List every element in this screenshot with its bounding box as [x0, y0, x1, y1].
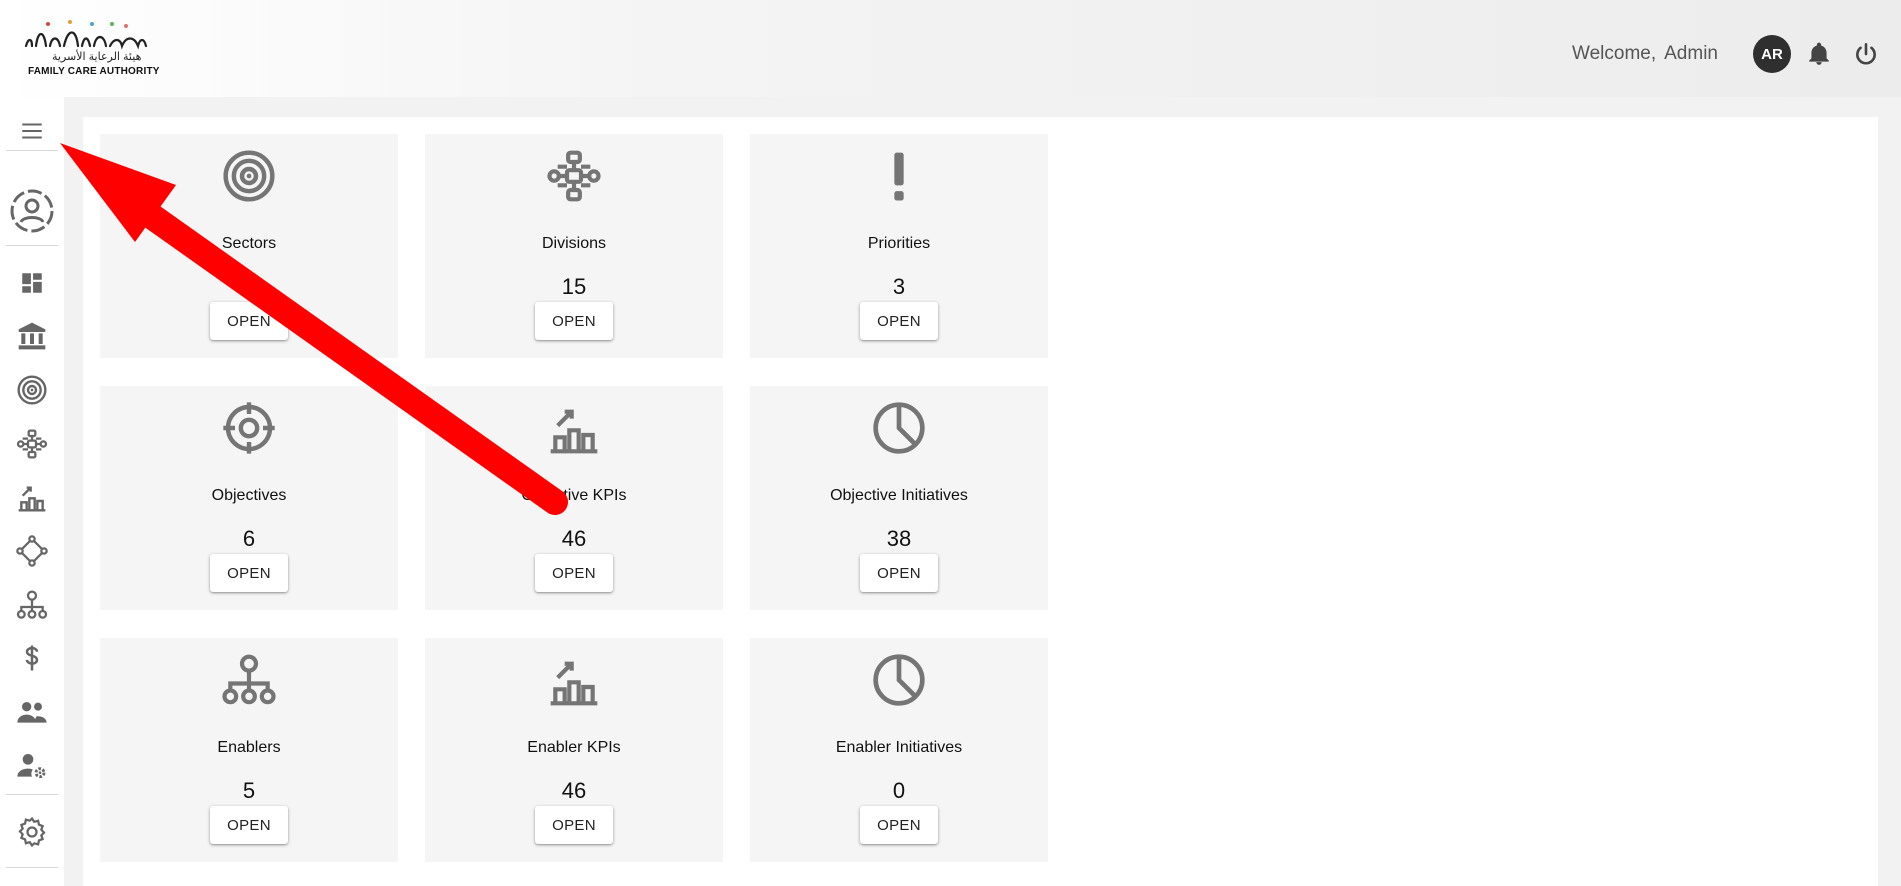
logo-english-text: FAMILY CARE AUTHORITY — [28, 66, 160, 77]
sidebar-divider — [6, 867, 58, 868]
card-count: 46 — [561, 778, 587, 803]
card-count: 46 — [561, 526, 587, 551]
bank-icon[interactable] — [13, 317, 51, 355]
card-divisions: Divisions 15 OPEN — [425, 134, 723, 358]
user-circle-icon[interactable] — [9, 188, 55, 234]
chart-up-icon — [550, 409, 598, 454]
welcome-label: Welcome, — [1572, 43, 1657, 64]
card-count: 38 — [886, 526, 912, 551]
card-priorities: Priorities 3 OPEN — [750, 134, 1048, 358]
card-title: Divisions — [541, 235, 606, 252]
card-count: 5 — [242, 274, 256, 299]
org-tree-icon — [222, 654, 276, 705]
card-objectives: Objectives 6 OPEN — [100, 386, 398, 610]
open-button[interactable]: OPEN — [210, 554, 288, 592]
hub-icon — [547, 150, 601, 202]
hub-icon[interactable] — [13, 425, 51, 463]
card-objective-initiatives: Objective Initiatives 38 OPEN — [750, 386, 1048, 610]
top-header: هيئة الرعاية الأسرية FAMILY CARE AUTHORI… — [0, 0, 1901, 97]
pie-icon — [873, 654, 925, 706]
dashboard-icon[interactable] — [13, 264, 51, 302]
card-count: 6 — [242, 526, 256, 551]
user-avatar[interactable]: AR — [1753, 35, 1791, 73]
open-button[interactable]: OPEN — [210, 302, 288, 340]
open-button[interactable]: OPEN — [535, 554, 613, 592]
open-button[interactable]: OPEN — [535, 302, 613, 340]
card-count: 3 — [892, 274, 906, 299]
card-title: Objective KPIs — [521, 487, 627, 504]
logo-arabic-text: هيئة الرعاية الأسرية — [52, 51, 142, 63]
chart-up-icon[interactable] — [13, 478, 51, 516]
card-title: Objectives — [211, 487, 287, 504]
user-gear-icon[interactable] — [13, 747, 51, 785]
open-button[interactable]: OPEN — [210, 806, 288, 844]
card-enablers: Enablers 5 OPEN — [100, 638, 398, 862]
card-sectors: Sectors 5 OPEN — [100, 134, 398, 358]
crosshair-icon — [223, 402, 275, 454]
card-title: Sectors — [221, 235, 277, 252]
sidebar — [0, 97, 64, 886]
card-enabler-kpis: Enabler KPIs 46 OPEN — [425, 638, 723, 862]
dashboard-panel: Sectors 5 OPEN Divisions 15 OPEN Priorit… — [83, 117, 1878, 886]
card-count: 5 — [242, 778, 256, 803]
card-title: Enabler Initiatives — [835, 739, 963, 756]
welcome-message: Welcome, Admin — [1572, 43, 1718, 65]
sidebar-divider — [6, 150, 58, 151]
card-title: Enabler KPIs — [527, 739, 621, 756]
open-button[interactable]: OPEN — [860, 302, 938, 340]
card-title: Enablers — [217, 739, 281, 756]
hamburger-menu-icon[interactable] — [13, 112, 51, 150]
card-enabler-initiatives: Enabler Initiatives 0 OPEN — [750, 638, 1048, 862]
card-title: Objective Initiatives — [830, 487, 968, 504]
bell-icon[interactable] — [1806, 41, 1832, 67]
target-icon[interactable] — [13, 371, 51, 409]
sidebar-divider — [6, 794, 58, 795]
target-icon — [223, 150, 275, 202]
org-tree-icon[interactable] — [13, 586, 51, 624]
open-button[interactable]: OPEN — [860, 806, 938, 844]
card-objective-kpis: Objective KPIs 46 OPEN — [425, 386, 723, 610]
sidebar-divider — [6, 245, 58, 246]
diamond-nodes-icon[interactable] — [13, 532, 51, 570]
user-name: Admin — [1664, 43, 1718, 64]
chart-up-icon — [550, 661, 598, 706]
open-button[interactable]: OPEN — [535, 806, 613, 844]
card-count: 15 — [561, 274, 587, 299]
pie-icon — [873, 402, 925, 454]
power-icon[interactable] — [1853, 41, 1879, 67]
card-count: 0 — [892, 778, 906, 803]
gear-icon[interactable] — [13, 813, 51, 851]
card-title: Priorities — [867, 235, 931, 252]
exclamation-icon — [894, 152, 904, 201]
dollar-icon[interactable] — [13, 639, 51, 677]
people-icon[interactable] — [13, 693, 51, 731]
open-button[interactable]: OPEN — [860, 554, 938, 592]
